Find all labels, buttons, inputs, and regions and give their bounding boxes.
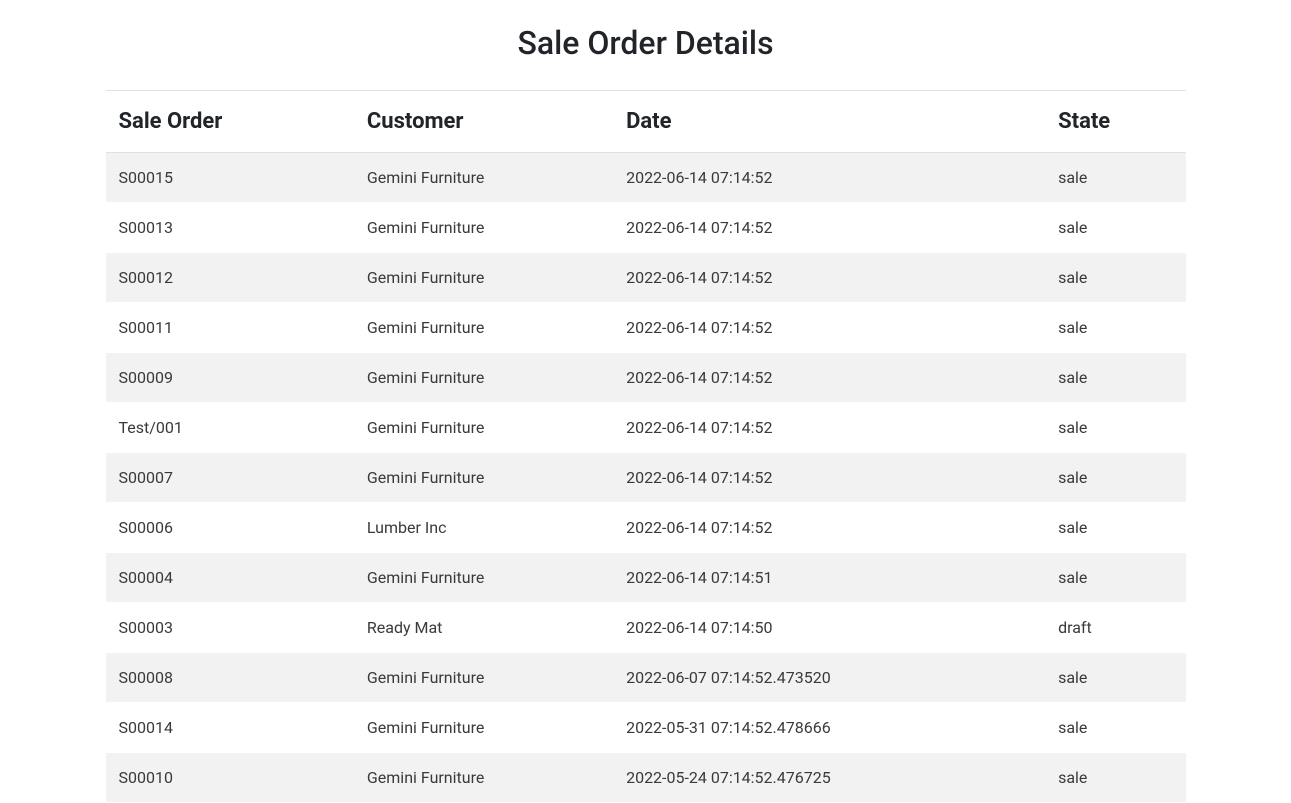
cell-date: 2022-06-14 07:14:51	[613, 553, 1045, 603]
cell-state: sale	[1045, 353, 1185, 403]
cell-date: 2022-06-14 07:14:52	[613, 153, 1045, 203]
cell-date: 2022-06-14 07:14:52	[613, 353, 1045, 403]
cell-customer: Gemini Furniture	[354, 153, 613, 203]
cell-customer: Gemini Furniture	[354, 553, 613, 603]
header-sale-order: Sale Order	[106, 91, 354, 153]
cell-date: 2022-06-14 07:14:52	[613, 303, 1045, 353]
table-row[interactable]: S00003Ready Mat2022-06-14 07:14:50draft	[106, 603, 1186, 653]
cell-customer: Gemini Furniture	[354, 203, 613, 253]
table-row[interactable]: S00013Gemini Furniture2022-06-14 07:14:5…	[106, 203, 1186, 253]
cell-customer: Ready Mat	[354, 603, 613, 653]
cell-state: sale	[1045, 703, 1185, 753]
cell-sale-order: S00003	[106, 603, 354, 653]
page-title: Sale Order Details	[106, 24, 1186, 62]
table-row[interactable]: S00009Gemini Furniture2022-06-14 07:14:5…	[106, 353, 1186, 403]
cell-date: 2022-06-07 07:14:52.473520	[613, 653, 1045, 703]
cell-sale-order: S00013	[106, 203, 354, 253]
cell-state: sale	[1045, 203, 1185, 253]
cell-state: sale	[1045, 453, 1185, 503]
cell-customer: Lumber Inc	[354, 503, 613, 553]
cell-date: 2022-06-14 07:14:52	[613, 253, 1045, 303]
table-row[interactable]: S00010Gemini Furniture2022-05-24 07:14:5…	[106, 753, 1186, 803]
cell-sale-order: S00009	[106, 353, 354, 403]
cell-state: draft	[1045, 603, 1185, 653]
cell-date: 2022-06-14 07:14:52	[613, 453, 1045, 503]
cell-sale-order: S00010	[106, 753, 354, 803]
cell-sale-order: S00004	[106, 553, 354, 603]
header-date: Date	[613, 91, 1045, 153]
table-row[interactable]: S00015Gemini Furniture2022-06-14 07:14:5…	[106, 153, 1186, 203]
cell-state: sale	[1045, 503, 1185, 553]
table-row[interactable]: S00014Gemini Furniture2022-05-31 07:14:5…	[106, 703, 1186, 753]
cell-sale-order: S00006	[106, 503, 354, 553]
header-state: State	[1045, 91, 1185, 153]
cell-date: 2022-05-24 07:14:52.476725	[613, 753, 1045, 803]
cell-sale-order: S00011	[106, 303, 354, 353]
cell-state: sale	[1045, 303, 1185, 353]
cell-sale-order: S00015	[106, 153, 354, 203]
table-row[interactable]: S00012Gemini Furniture2022-06-14 07:14:5…	[106, 253, 1186, 303]
cell-customer: Gemini Furniture	[354, 453, 613, 503]
table-row[interactable]: S00006Lumber Inc2022-06-14 07:14:52sale	[106, 503, 1186, 553]
cell-sale-order: Test/001	[106, 403, 354, 453]
cell-customer: Gemini Furniture	[354, 653, 613, 703]
cell-date: 2022-06-14 07:14:50	[613, 603, 1045, 653]
cell-state: sale	[1045, 653, 1185, 703]
cell-customer: Gemini Furniture	[354, 303, 613, 353]
cell-date: 2022-05-31 07:14:52.478666	[613, 703, 1045, 753]
table-row[interactable]: S00008Gemini Furniture2022-06-07 07:14:5…	[106, 653, 1186, 703]
sale-order-table: Sale Order Customer Date State S00015Gem…	[106, 91, 1186, 803]
cell-customer: Gemini Furniture	[354, 353, 613, 403]
cell-date: 2022-06-14 07:14:52	[613, 503, 1045, 553]
table-header-row: Sale Order Customer Date State	[106, 91, 1186, 153]
table-row[interactable]: S00007Gemini Furniture2022-06-14 07:14:5…	[106, 453, 1186, 503]
cell-state: sale	[1045, 153, 1185, 203]
cell-sale-order: S00012	[106, 253, 354, 303]
cell-date: 2022-06-14 07:14:52	[613, 203, 1045, 253]
cell-sale-order: S00007	[106, 453, 354, 503]
cell-customer: Gemini Furniture	[354, 253, 613, 303]
cell-customer: Gemini Furniture	[354, 753, 613, 803]
header-customer: Customer	[354, 91, 613, 153]
cell-sale-order: S00014	[106, 703, 354, 753]
table-row[interactable]: Test/001Gemini Furniture2022-06-14 07:14…	[106, 403, 1186, 453]
cell-state: sale	[1045, 553, 1185, 603]
cell-customer: Gemini Furniture	[354, 403, 613, 453]
cell-customer: Gemini Furniture	[354, 703, 613, 753]
cell-state: sale	[1045, 403, 1185, 453]
cell-state: sale	[1045, 753, 1185, 803]
table-row[interactable]: S00011Gemini Furniture2022-06-14 07:14:5…	[106, 303, 1186, 353]
cell-date: 2022-06-14 07:14:52	[613, 403, 1045, 453]
cell-state: sale	[1045, 253, 1185, 303]
cell-sale-order: S00008	[106, 653, 354, 703]
table-row[interactable]: S00004Gemini Furniture2022-06-14 07:14:5…	[106, 553, 1186, 603]
